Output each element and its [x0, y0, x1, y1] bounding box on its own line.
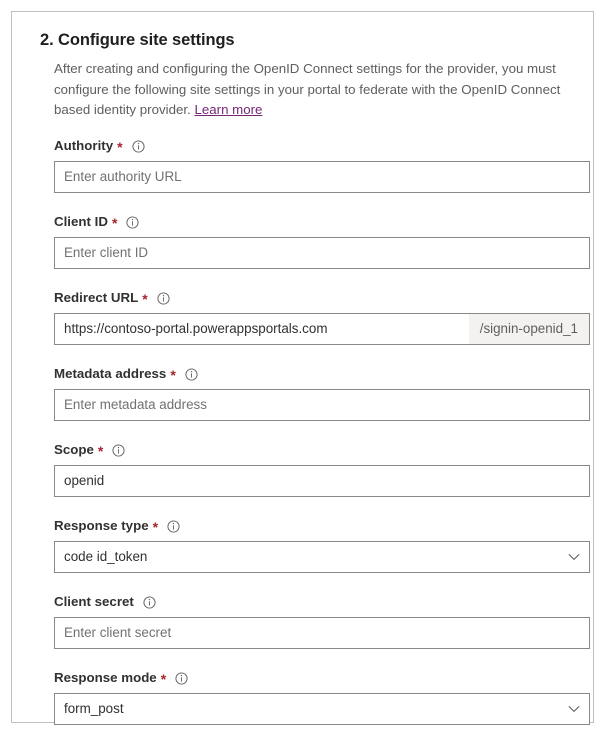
- field-response-type: Response type * code id_token: [54, 518, 590, 573]
- label-client-id: Client ID *: [54, 214, 577, 231]
- input-wrapper-redirect-url: /signin-openid_1: [54, 312, 590, 345]
- required-asterisk-metadata-address: *: [170, 367, 176, 383]
- input-client-secret[interactable]: [55, 617, 589, 648]
- chevron-down-icon[interactable]: [559, 551, 589, 563]
- suffix-addon-redirect-url: /signin-openid_1: [468, 313, 589, 344]
- label-client-secret: Client secret: [54, 594, 577, 611]
- label-text-authority: Authority: [54, 138, 114, 153]
- required-asterisk-scope: *: [97, 443, 104, 459]
- field-client-id: Client ID *: [54, 214, 590, 269]
- label-response-type: Response type *: [54, 518, 577, 535]
- configure-site-settings-card: 2. Configure site settings After creatin…: [11, 11, 594, 725]
- field-metadata-address: Metadata address *: [54, 366, 590, 421]
- input-authority[interactable]: [55, 161, 589, 192]
- label-text-client-secret: Client secret: [54, 594, 134, 609]
- select-value-response-mode: form_post: [64, 700, 124, 716]
- input-wrapper-client-secret: [54, 616, 590, 649]
- section-description: After creating and configuring the OpenI…: [54, 59, 590, 121]
- required-asterisk-response-mode: *: [160, 671, 167, 687]
- label-text-metadata-address: Metadata address: [54, 366, 167, 381]
- field-scope: Scope *: [54, 442, 590, 497]
- info-icon[interactable]: [112, 443, 125, 457]
- label-text-client-id: Client ID: [54, 214, 108, 229]
- input-wrapper-metadata-address: [54, 388, 590, 421]
- info-icon[interactable]: [126, 215, 139, 229]
- settings-form: Authority*Client ID*Redirect URL*/signin…: [54, 138, 590, 725]
- field-authority: Authority *: [54, 138, 590, 193]
- input-metadata-address[interactable]: [55, 389, 589, 420]
- field-redirect-url: Redirect URL* /signin-openid_1: [54, 290, 590, 345]
- label-text-scope: Scope: [54, 442, 94, 457]
- label-scope: Scope *: [54, 442, 577, 459]
- info-icon[interactable]: [185, 367, 198, 381]
- required-asterisk-response-type: *: [152, 519, 159, 535]
- field-client-secret: Client secret: [54, 594, 590, 649]
- field-response-mode: Response mode * form_post: [54, 670, 590, 725]
- label-redirect-url: Redirect URL *: [54, 290, 577, 307]
- input-redirect-url[interactable]: [55, 313, 469, 344]
- input-wrapper-client-id: [54, 236, 590, 269]
- page-title: 2. Configure site settings: [40, 31, 235, 49]
- chevron-down-icon[interactable]: [559, 703, 589, 715]
- input-client-id[interactable]: [55, 237, 589, 268]
- label-metadata-address: Metadata address *: [54, 366, 577, 383]
- info-icon[interactable]: [143, 595, 156, 609]
- select-response-type[interactable]: code id_token: [54, 540, 590, 573]
- info-icon[interactable]: [167, 519, 180, 533]
- label-response-mode: Response mode *: [54, 670, 577, 687]
- select-value-response-type: code id_token: [64, 548, 148, 564]
- label-text-redirect-url: Redirect URL: [54, 290, 139, 305]
- input-scope[interactable]: [55, 465, 589, 496]
- info-icon[interactable]: [157, 291, 170, 305]
- info-icon[interactable]: [175, 671, 188, 685]
- required-asterisk-authority: *: [117, 139, 123, 155]
- required-asterisk-redirect-url: *: [142, 291, 148, 307]
- section-description-text: After creating and configuring the OpenI…: [54, 61, 561, 117]
- input-wrapper-scope: [54, 464, 590, 497]
- label-text-response-mode: Response mode: [54, 670, 157, 685]
- learn-more-link[interactable]: Learn more: [194, 102, 262, 117]
- label-authority: Authority *: [54, 138, 577, 155]
- select-response-mode[interactable]: form_post: [54, 692, 590, 725]
- info-icon[interactable]: [131, 139, 145, 153]
- input-wrapper-authority: [54, 160, 590, 193]
- required-asterisk-client-id: *: [111, 215, 118, 231]
- label-text-response-type: Response type: [54, 518, 149, 533]
